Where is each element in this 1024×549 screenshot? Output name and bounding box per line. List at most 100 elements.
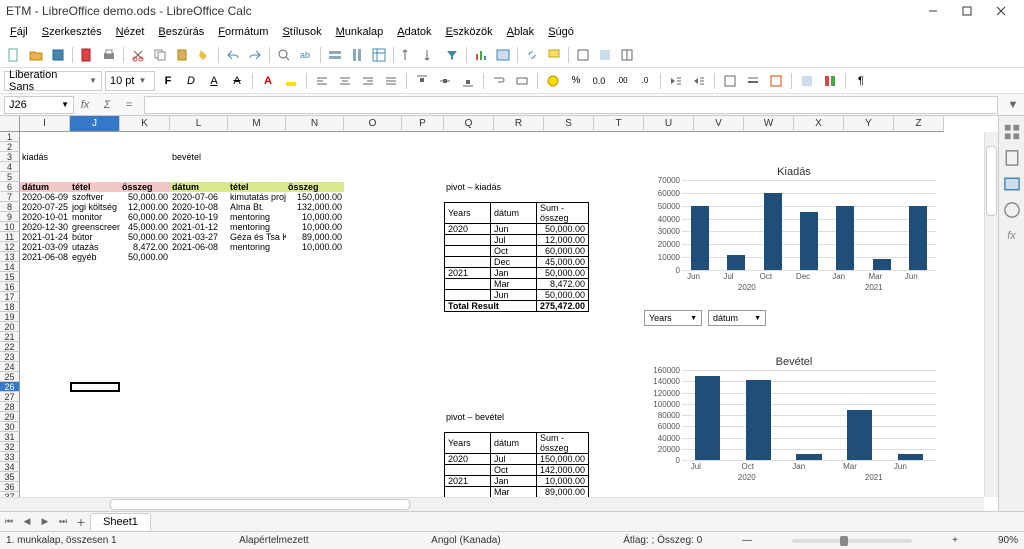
headers-icon[interactable] (573, 45, 593, 65)
cell[interactable]: bútor (70, 232, 120, 242)
row-header[interactable]: 21 (0, 332, 20, 342)
row-header[interactable]: 35 (0, 472, 20, 482)
cell[interactable]: 89,000.00 (286, 232, 344, 242)
align-left-icon[interactable] (312, 71, 332, 91)
col-header[interactable]: W (744, 116, 794, 132)
filter-icon[interactable] (442, 45, 462, 65)
col-header[interactable]: R (494, 116, 544, 132)
row-header[interactable]: 30 (0, 422, 20, 432)
font-name-combo[interactable]: Liberation Sans▼ (4, 71, 102, 91)
chart-filter-dropdown[interactable]: Years▼ (644, 310, 702, 326)
sidebar-navigator-icon[interactable] (1002, 200, 1022, 220)
copy-icon[interactable] (150, 45, 170, 65)
export-pdf-icon[interactable] (77, 45, 97, 65)
menu-item[interactable]: Formátum (212, 24, 274, 40)
cell[interactable]: 50,000.00 (120, 252, 170, 262)
cell[interactable]: 12,000.00 (120, 202, 170, 212)
cell[interactable]: 2020-10-19 (170, 212, 228, 222)
row-header[interactable]: 16 (0, 282, 20, 292)
formula-input[interactable] (144, 96, 998, 114)
tab-prev-icon[interactable]: ◀ (18, 513, 36, 531)
autofilter-icon[interactable] (797, 71, 817, 91)
cell[interactable]: bevétel (170, 152, 228, 162)
col-header[interactable]: K (120, 116, 170, 132)
align-justify-icon[interactable] (381, 71, 401, 91)
save-icon[interactable] (48, 45, 68, 65)
row-header[interactable]: 18 (0, 302, 20, 312)
row-icon[interactable] (325, 45, 345, 65)
border-style-icon[interactable] (743, 71, 763, 91)
menu-item[interactable]: Adatok (391, 24, 437, 40)
border-color-icon[interactable] (766, 71, 786, 91)
number-icon[interactable]: 0.0 (589, 71, 609, 91)
borders-icon[interactable] (720, 71, 740, 91)
cell[interactable]: kiadás (20, 152, 70, 162)
vertical-scrollbar[interactable] (984, 132, 998, 497)
row-header[interactable]: 11 (0, 232, 20, 242)
font-size-combo[interactable]: 10 pt▼ (105, 71, 155, 91)
sheet-tab[interactable]: Sheet1 (90, 513, 151, 530)
col-header[interactable]: Q (444, 116, 494, 132)
cell[interactable]: 2021-01-12 (170, 222, 228, 232)
sidebar-functions-icon[interactable]: fx (1002, 226, 1022, 246)
row-header[interactable]: 31 (0, 432, 20, 442)
col-header[interactable]: Z (894, 116, 944, 132)
menu-item[interactable]: Munkalap (330, 24, 390, 40)
row-header[interactable]: 3 (0, 152, 20, 162)
split-icon[interactable] (617, 45, 637, 65)
col-header[interactable]: M (228, 116, 286, 132)
cell[interactable]: szoftver (70, 192, 120, 202)
find-icon[interactable] (274, 45, 294, 65)
undo-icon[interactable] (223, 45, 243, 65)
dec-del-icon[interactable]: .0 (635, 71, 655, 91)
col-header[interactable]: O (344, 116, 402, 132)
valign-mid-icon[interactable] (435, 71, 455, 91)
cell[interactable]: 132,000.00 (286, 202, 344, 212)
merge-icon[interactable] (512, 71, 532, 91)
percent-icon[interactable]: % (566, 71, 586, 91)
cell[interactable]: utazás (70, 242, 120, 252)
wrap-icon[interactable] (489, 71, 509, 91)
cell[interactable]: pivot – bevétel (444, 412, 594, 422)
cell[interactable]: 50,000.00 (120, 232, 170, 242)
select-all-corner[interactable] (0, 116, 20, 132)
cell[interactable]: 2021-06-08 (170, 242, 228, 252)
cell[interactable]: 2020-06-09 (20, 192, 70, 202)
row-header[interactable]: 8 (0, 202, 20, 212)
menu-item[interactable]: Ablak (501, 24, 541, 40)
row-header[interactable]: 36 (0, 482, 20, 492)
indent-inc-icon[interactable] (689, 71, 709, 91)
cell[interactable]: egyéb (70, 252, 120, 262)
underline-icon[interactable]: A (204, 71, 224, 91)
cell[interactable]: 2020-12-30 (20, 222, 70, 232)
menu-item[interactable]: Fájl (4, 24, 34, 40)
spreadsheet-grid[interactable]: IJKLMNOPQRSTUVWXYZ 123456789101112131415… (0, 116, 998, 511)
cell[interactable]: dátum (20, 182, 70, 192)
open-icon[interactable] (26, 45, 46, 65)
currency-icon[interactable] (543, 71, 563, 91)
name-box[interactable]: J26▼ (4, 96, 74, 114)
cell[interactable]: greenscreen (70, 222, 120, 232)
cell[interactable]: 8,472.00 (120, 242, 170, 252)
menu-item[interactable]: Nézet (110, 24, 151, 40)
paint-format-icon[interactable] (194, 45, 214, 65)
menu-item[interactable]: Eszközök (440, 24, 499, 40)
cell[interactable]: 2020-10-01 (20, 212, 70, 222)
row-header[interactable]: 14 (0, 262, 20, 272)
font-color-icon[interactable]: A (258, 71, 278, 91)
cell[interactable]: 10,000.00 (286, 242, 344, 252)
cell[interactable]: Géza és Tsa Kft. (228, 232, 286, 242)
col-header[interactable]: N (286, 116, 344, 132)
chart[interactable]: Kiadás0100002000030000400005000060000700… (644, 162, 944, 302)
cell[interactable]: 60,000.00 (120, 212, 170, 222)
cell[interactable]: mentoring (228, 212, 286, 222)
image-icon[interactable] (493, 45, 513, 65)
cell[interactable]: 50,000.00 (120, 192, 170, 202)
menu-item[interactable]: Stílusok (276, 24, 327, 40)
highlight-icon[interactable] (281, 71, 301, 91)
menu-item[interactable]: Szerkesztés (36, 24, 108, 40)
valign-top-icon[interactable] (412, 71, 432, 91)
row-header[interactable]: 15 (0, 272, 20, 282)
row-header[interactable]: 6 (0, 182, 20, 192)
row-header[interactable]: 28 (0, 402, 20, 412)
